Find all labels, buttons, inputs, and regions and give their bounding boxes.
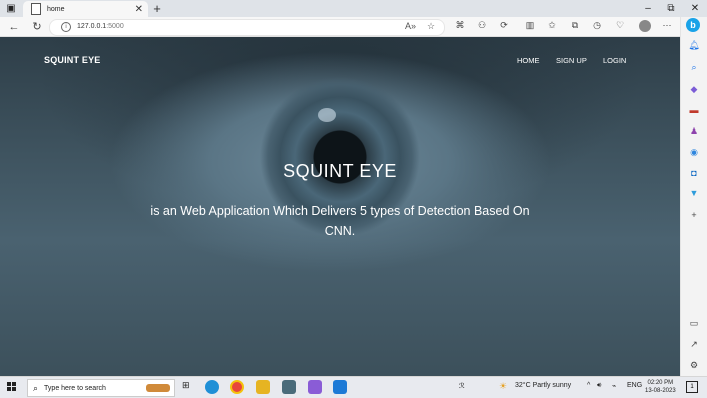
settings-gear-icon[interactable]: ⚙ bbox=[688, 359, 700, 371]
tab-title: home bbox=[47, 5, 65, 13]
close-window-button[interactable]: ✕ bbox=[684, 0, 706, 17]
edge-taskbar-icon[interactable] bbox=[205, 380, 219, 394]
split-screen-icon[interactable]: ▥ bbox=[523, 20, 537, 31]
outlook-icon[interactable]: ◘ bbox=[688, 167, 700, 179]
weather-text[interactable]: 32°C Partly sunny bbox=[515, 382, 571, 389]
extension-icon[interactable]: ⌘ bbox=[453, 20, 467, 31]
volume-icon[interactable]: 🔊︎ bbox=[597, 382, 601, 390]
task-view-icon[interactable]: ⊞ bbox=[182, 380, 190, 391]
favorite-star-icon[interactable]: ☆ bbox=[427, 21, 435, 32]
language-indicator[interactable]: ENG bbox=[627, 382, 642, 389]
pen-icon[interactable]: ℛ bbox=[459, 382, 465, 390]
nav-login-link[interactable]: LOGIN bbox=[603, 56, 626, 65]
weather-icon[interactable]: ☀ bbox=[499, 381, 507, 392]
browser-toolbar: ← ↻ i 127.0.0.1:5000 A» ☆ ⌘ ⚇ ⟳ ▥ ✩ ⧉ ◷ … bbox=[0, 17, 680, 37]
sidebar-layout-icon[interactable]: ▭ bbox=[688, 317, 700, 329]
external-link-icon[interactable]: ↗ bbox=[688, 338, 700, 350]
tab-actions-icon[interactable]: ▣ bbox=[0, 0, 22, 17]
performance-icon[interactable]: ♡ bbox=[613, 20, 627, 31]
extension-2-icon[interactable]: ⚇ bbox=[475, 20, 489, 31]
read-aloud-icon[interactable]: A» bbox=[405, 21, 416, 31]
refresh-icon[interactable]: ↻ bbox=[28, 17, 46, 36]
new-tab-button[interactable]: + bbox=[150, 0, 164, 17]
network-icon[interactable]: ⌁ bbox=[612, 382, 616, 390]
drop-icon[interactable]: ▼ bbox=[688, 187, 700, 199]
visual-studio-icon[interactable] bbox=[308, 380, 322, 394]
search-icon: ⌕ bbox=[33, 382, 39, 393]
clock-date: 13-08-2023 bbox=[645, 388, 676, 394]
taskbar-clock[interactable]: 02:20 PM 13-08-2023 bbox=[645, 379, 676, 395]
taskbar-search[interactable]: ⌕ Type here to search bbox=[27, 379, 175, 397]
history-icon[interactable]: ◷ bbox=[590, 20, 604, 31]
url-text[interactable]: 127.0.0.1:5000 bbox=[77, 23, 124, 30]
hero-section: SQUINT EYE HOME SIGN UP LOGIN SQUINT EYE… bbox=[0, 37, 680, 376]
search-icon[interactable]: ⌕ bbox=[688, 61, 700, 73]
browser-tab-bar: ▣ home ✕ + – ⧉ ✕ bbox=[0, 0, 707, 17]
hero-title: SQUINT EYE bbox=[283, 161, 397, 181]
nav-home-link[interactable]: HOME bbox=[517, 56, 540, 65]
bing-copilot-icon[interactable]: b bbox=[686, 18, 700, 32]
vscode-taskbar-icon[interactable] bbox=[333, 380, 347, 394]
add-icon[interactable]: + bbox=[688, 209, 700, 221]
windows-start-icon[interactable] bbox=[7, 382, 17, 392]
edge-sidebar: 🔔︎ ⌕ ◆ ▬ ♟ ◉ ◘ ▼ + ▭ ↗ ⚙ bbox=[680, 17, 707, 376]
address-bar[interactable]: i 127.0.0.1:5000 A» ☆ bbox=[49, 19, 445, 36]
notification-icon[interactable]: 1 bbox=[686, 381, 698, 393]
show-hidden-icons[interactable]: ^ bbox=[587, 382, 590, 389]
browser-tab-home[interactable]: home ✕ bbox=[23, 1, 148, 17]
profile-avatar[interactable] bbox=[639, 20, 651, 32]
refresh-extension-icon[interactable]: ⟳ bbox=[497, 20, 511, 31]
more-options-icon[interactable]: ⋯ bbox=[660, 20, 674, 31]
restore-button[interactable]: ⧉ bbox=[660, 0, 682, 17]
office-icon[interactable]: ◉ bbox=[688, 146, 700, 158]
back-icon[interactable]: ← bbox=[5, 17, 23, 36]
shopping-tag-icon[interactable]: ◆ bbox=[688, 83, 700, 95]
page-icon bbox=[31, 3, 41, 15]
site-brand[interactable]: SQUINT EYE bbox=[44, 55, 101, 65]
hero-subtitle: is an Web Application Which Delivers 5 t… bbox=[150, 204, 530, 238]
site-info-icon[interactable]: i bbox=[61, 22, 71, 32]
bell-icon[interactable]: 🔔︎ bbox=[688, 39, 700, 51]
chrome-taskbar-icon[interactable] bbox=[230, 380, 244, 394]
favorites-icon[interactable]: ✩ bbox=[545, 20, 559, 31]
app-taskbar-icon[interactable] bbox=[282, 380, 296, 394]
search-placeholder: Type here to search bbox=[44, 384, 106, 392]
windows-taskbar: ⌕ Type here to search ⊞ ℛ ☀ 32°C Partly … bbox=[0, 376, 707, 398]
eye-highlight bbox=[318, 108, 336, 122]
clock-time: 02:20 PM bbox=[647, 380, 674, 386]
games-icon[interactable]: ♟ bbox=[688, 125, 700, 137]
collections-icon[interactable]: ⧉ bbox=[568, 20, 582, 31]
tools-icon[interactable]: ▬ bbox=[688, 104, 700, 116]
tab-close-icon[interactable]: ✕ bbox=[135, 4, 143, 15]
nav-signup-link[interactable]: SIGN UP bbox=[556, 56, 587, 65]
search-highlight-image bbox=[146, 384, 170, 392]
minimize-button[interactable]: – bbox=[637, 0, 659, 17]
file-explorer-icon[interactable] bbox=[256, 380, 270, 394]
